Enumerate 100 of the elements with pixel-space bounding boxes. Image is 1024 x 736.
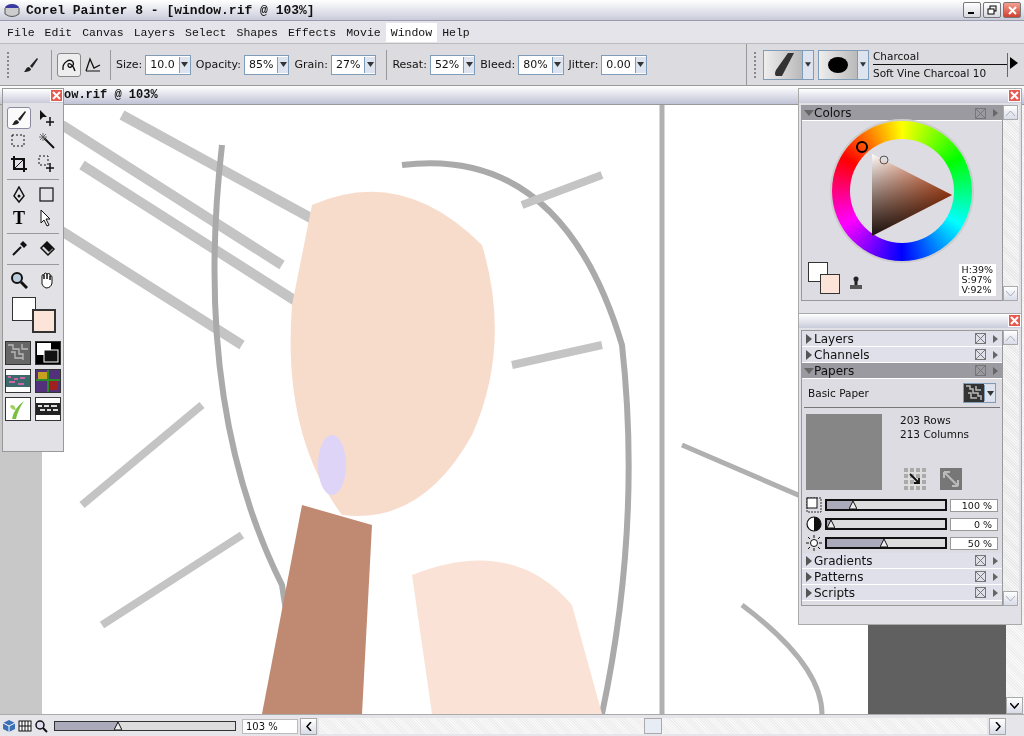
magnifier-icon[interactable] — [34, 719, 48, 733]
dropdown-button[interactable] — [857, 50, 868, 79]
weave-swatch[interactable] — [35, 397, 61, 421]
value-combo[interactable]: 80% — [518, 54, 564, 75]
value-combo[interactable]: 85% — [244, 54, 290, 75]
dropdown-button[interactable] — [984, 385, 995, 401]
zoom-slider-thumb[interactable] — [114, 721, 122, 730]
close-button[interactable] — [1003, 2, 1021, 18]
main-color-swatch[interactable] — [12, 297, 36, 321]
menu-item[interactable]: Shapes — [231, 22, 283, 42]
menu-arrow-icon[interactable] — [990, 555, 1000, 566]
menu-item[interactable]: Window — [385, 22, 438, 42]
color-triangle[interactable] — [872, 154, 954, 237]
menu-item[interactable]: Help — [437, 22, 475, 42]
nozzle-swatch[interactable] — [35, 369, 61, 393]
stamp-icon[interactable] — [848, 276, 864, 292]
expand-triangle-icon[interactable] — [804, 333, 814, 344]
hue-marker[interactable] — [856, 141, 868, 154]
paper-texture-icon — [964, 384, 984, 402]
menu-item[interactable]: Edit — [39, 22, 78, 42]
paper-columns: 213 Columns — [900, 428, 998, 440]
tool-icon — [38, 155, 56, 173]
dropdown-button[interactable] — [463, 56, 475, 73]
scrollbar-thumb[interactable] — [644, 718, 662, 734]
dropdown-button[interactable] — [802, 50, 813, 79]
hsv-readout: H:39% — [961, 265, 993, 275]
slider-thumb[interactable] — [848, 501, 857, 509]
close-box-icon[interactable] — [975, 587, 986, 598]
gradient-swatch[interactable] — [35, 341, 61, 365]
dropdown-arrow-icon — [554, 62, 562, 67]
dropdown-button[interactable] — [178, 56, 190, 73]
brush-icon[interactable] — [7, 107, 31, 129]
menu-item[interactable]: Movie — [341, 22, 386, 42]
dropdown-arrow-icon — [181, 62, 189, 67]
brightness-icon — [806, 535, 822, 551]
secondary-color-swatch[interactable] — [820, 274, 840, 294]
dropdown-button[interactable] — [277, 56, 289, 73]
scroll-down-button[interactable] — [1006, 697, 1023, 714]
menu-arrow-icon[interactable] — [990, 333, 1000, 344]
menu-item[interactable]: Effects — [282, 22, 342, 42]
tool-icon — [38, 109, 56, 127]
grid-icon[interactable] — [18, 719, 32, 733]
close-icon — [1010, 316, 1019, 325]
leaf-swatch[interactable] — [5, 397, 31, 421]
scroll-right-button[interactable] — [989, 717, 1006, 735]
paper-texture-swatch[interactable] — [5, 341, 31, 365]
dropdown-arrow-icon — [860, 62, 866, 67]
close-box-icon[interactable] — [975, 333, 986, 344]
double-arrow-icon — [940, 468, 962, 490]
expand-triangle-icon[interactable] — [804, 587, 814, 598]
tool-icon — [10, 186, 28, 204]
slider-value: 50 % — [950, 536, 998, 550]
menu-item[interactable]: File — [2, 22, 40, 42]
expand-triangle-icon[interactable] — [804, 349, 814, 360]
value-combo[interactable]: 52% — [429, 54, 476, 75]
scroll-left-button[interactable] — [300, 717, 317, 735]
value-combo[interactable]: 0.00 — [601, 54, 647, 75]
freehand-stroke-button[interactable] — [57, 52, 81, 77]
flyout-arrow-icon — [1010, 57, 1018, 69]
close-box-icon[interactable] — [975, 571, 986, 582]
slider-thumb[interactable] — [879, 539, 888, 547]
value-combo[interactable]: 27% — [331, 54, 377, 75]
tool-icon — [10, 132, 28, 150]
paper-picker[interactable] — [963, 383, 996, 403]
slider-thumb[interactable] — [826, 520, 835, 528]
menu-arrow-icon[interactable] — [990, 349, 1000, 360]
brush-category-picker[interactable] — [763, 49, 814, 80]
close-box-icon[interactable] — [975, 555, 986, 566]
cube-icon[interactable] — [2, 719, 16, 733]
slider-fill — [827, 501, 853, 509]
dropdown-button[interactable] — [634, 56, 646, 73]
menu-arrow-icon[interactable] — [990, 587, 1000, 598]
text-tool[interactable]: T — [7, 207, 31, 229]
dropdown-button[interactable] — [364, 56, 376, 73]
expand-triangle-icon[interactable] — [804, 555, 814, 566]
menu-item[interactable]: Canvas — [77, 22, 129, 42]
menu-item[interactable]: Layers — [128, 22, 181, 42]
paper-slider[interactable] — [825, 499, 947, 511]
brush-variant: Soft Vine Charcoal 10 — [873, 66, 988, 79]
flyout-button[interactable] — [1007, 52, 1020, 77]
restore-button[interactable] — [983, 2, 1001, 18]
brush-variant-picker[interactable] — [818, 49, 869, 80]
pattern-swatch[interactable] — [5, 369, 31, 393]
brush-icon — [22, 55, 40, 74]
dropdown-arrow-icon — [366, 62, 374, 67]
dropdown-button[interactable] — [551, 56, 563, 73]
menu-arrow-icon[interactable] — [990, 571, 1000, 582]
paper-scale-icon — [806, 497, 822, 513]
tool-icon — [38, 132, 56, 150]
value-combo[interactable]: 10.0 — [145, 54, 191, 75]
paper-slider[interactable] — [825, 537, 947, 549]
close-box-icon[interactable] — [975, 349, 986, 360]
paper-slider[interactable] — [825, 518, 947, 530]
invert-paper-button[interactable] — [904, 468, 926, 490]
expand-triangle-icon[interactable] — [804, 571, 814, 582]
dropdown-arrow-icon — [637, 62, 645, 67]
minimize-button[interactable] — [963, 2, 981, 18]
dropdown-arrow-icon — [465, 62, 473, 67]
menu-item[interactable]: Select — [180, 22, 232, 42]
secondary-color-swatch[interactable] — [32, 309, 56, 333]
